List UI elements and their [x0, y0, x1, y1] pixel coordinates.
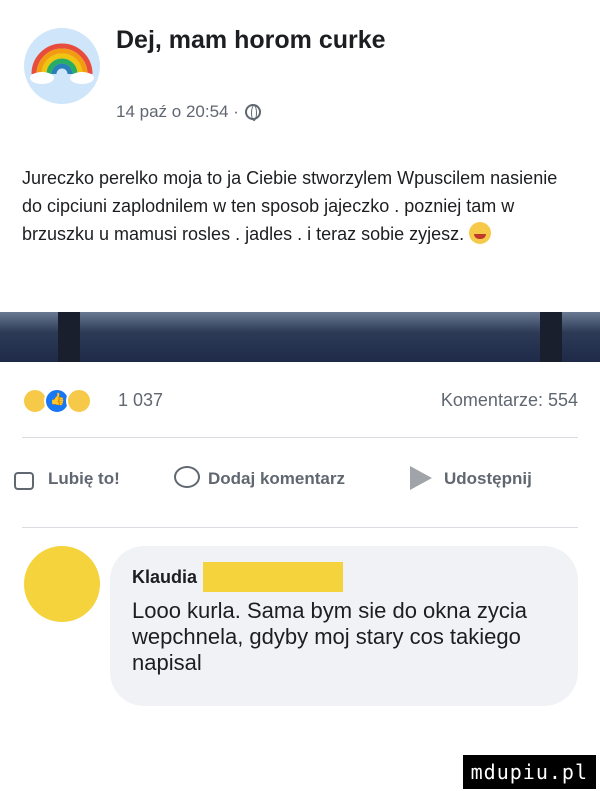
post-header: Dej, mam horom curke 14 paź o 20:54 ·: [24, 22, 584, 132]
post-author[interactable]: Dej, mam horom curke: [116, 24, 416, 57]
share-button[interactable]: Udostępnij: [410, 466, 532, 492]
post-meta: 14 paź o 20:54 ·: [116, 102, 261, 122]
post-body: Jureczko perelko moja to ja Ciebie stwor…: [22, 164, 582, 248]
post-image[interactable]: [0, 312, 600, 362]
commenter-name-text[interactable]: Klaudia: [132, 567, 197, 588]
wow-icon[interactable]: [66, 388, 92, 414]
like-button[interactable]: Lubię to!: [14, 466, 120, 492]
comment-count[interactable]: Komentarze: 554: [441, 390, 578, 411]
divider: [22, 437, 578, 438]
speech-bubble-icon: [174, 466, 200, 492]
share-arrow-icon: [410, 466, 436, 492]
comment-bubble: Klaudia Looo kurla. Sama bym sie do okna…: [110, 546, 578, 706]
share-label: Udostępnij: [444, 469, 532, 488]
rainbow-icon: [30, 43, 94, 84]
like-label: Lubię to!: [48, 469, 120, 488]
page-avatar[interactable]: [24, 28, 100, 104]
watermark: mdupiu.pl: [462, 755, 596, 789]
globe-icon: [244, 104, 261, 121]
tongue-emoji-icon: [469, 222, 492, 244]
divider: [22, 527, 578, 528]
image-detail: [58, 312, 80, 362]
reaction-bar: 1 037 Komentarze: 554: [22, 384, 578, 416]
comment-text: Looo kurla. Sama bym sie do okna zycia w…: [132, 598, 527, 675]
commenter-name: Klaudia: [132, 562, 344, 592]
comment-button[interactable]: Dodaj komentarz: [174, 466, 345, 492]
reaction-count[interactable]: 1 037: [118, 390, 163, 411]
redaction-block: [203, 562, 344, 592]
post-timestamp[interactable]: 14 paź o 20:54 ·: [116, 102, 239, 122]
action-bar: Lubię to! Dodaj komentarz Udostępnij: [14, 466, 584, 506]
comment-label: Dodaj komentarz: [208, 469, 345, 488]
commenter-avatar[interactable]: [24, 546, 100, 622]
image-detail: [540, 312, 562, 362]
thumbs-up-icon: [14, 466, 40, 492]
